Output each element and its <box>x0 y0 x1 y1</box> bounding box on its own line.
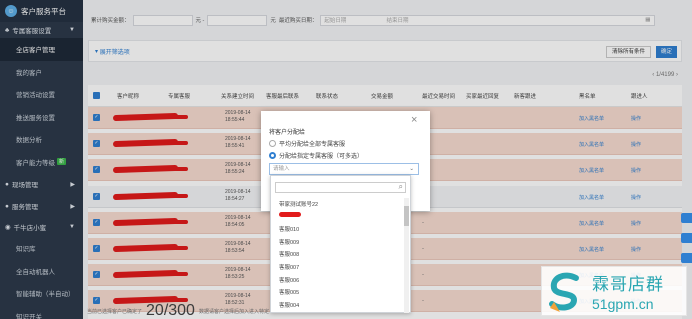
service-select[interactable]: 请输入 ⌄ <box>269 163 419 175</box>
watermark-url: 51gpm.cn <box>592 296 654 312</box>
watermark-logo-icon <box>549 272 579 312</box>
search-icon: ⌕ <box>398 182 403 191</box>
radio-specific[interactable]: 分配给指定专属客服（可多选） <box>269 151 363 160</box>
dropdown-option[interactable]: 客服006 <box>279 276 299 284</box>
radio-icon <box>269 140 276 147</box>
dropdown-option[interactable]: 客服008 <box>279 250 299 258</box>
dropdown-search-input[interactable]: ⌕ <box>275 182 406 193</box>
side-tab[interactable] <box>681 233 692 243</box>
select-placeholder: 请输入 <box>273 166 290 172</box>
redacted-option[interactable] <box>279 212 301 217</box>
radio-label: 分配给指定专属客服（可多选） <box>279 154 364 160</box>
dropdown-option[interactable]: 客服007 <box>279 263 299 271</box>
radio-checked-icon <box>269 152 276 159</box>
dropdown-option[interactable]: 客服010 <box>279 225 299 233</box>
side-tab[interactable] <box>681 253 692 263</box>
dropdown-option[interactable]: 客服005 <box>279 288 299 296</box>
dropdown-option[interactable]: 客服004 <box>279 301 299 309</box>
radio-average[interactable]: 平均分配给全部专属客服 <box>269 139 345 148</box>
radio-label: 平均分配给全部专属客服 <box>279 142 346 148</box>
dialog-title: 将客户分配给 <box>269 130 306 136</box>
chevron-down-icon: ⌄ <box>409 166 414 172</box>
dropdown-option[interactable]: 客服009 <box>279 238 299 246</box>
dropdown-option[interactable]: 带家测试账号22 <box>279 200 318 208</box>
close-icon[interactable]: × <box>411 114 417 126</box>
scrollbar-thumb[interactable] <box>404 206 409 226</box>
side-tab[interactable] <box>681 213 692 223</box>
dropdown-scrollbar[interactable] <box>404 198 409 313</box>
watermark: 霖哥店群 51gpm.cn <box>541 266 687 316</box>
watermark-brand: 霖哥店群 <box>592 275 664 294</box>
service-dropdown: ⌕ 带家测试账号22 客服010 客服009 客服008 客服007 客服006 客服005… <box>270 175 411 313</box>
